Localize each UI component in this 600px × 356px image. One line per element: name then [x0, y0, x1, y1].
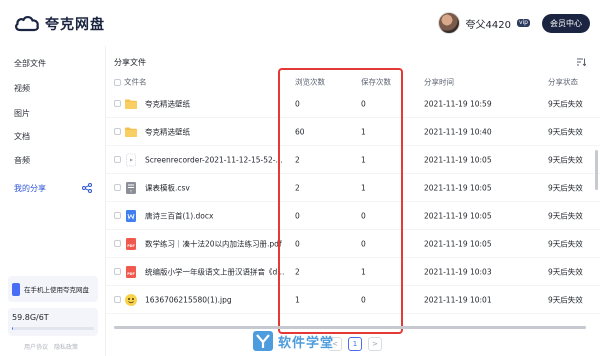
pdf-file-icon: PDF — [124, 265, 138, 279]
top-bar: 夸克网盘 夸父4420 vip 会员中心 — [0, 0, 600, 46]
sidebar-item-images[interactable]: 图片 — [14, 108, 30, 119]
cloud-logo-icon — [15, 15, 39, 32]
username[interactable]: 夸父4420 — [466, 16, 511, 31]
row-checkbox[interactable] — [114, 212, 121, 219]
share-time: 2021-11-19 10:05 — [424, 211, 492, 220]
privacy-policy-link[interactable]: 隐私政策 — [54, 342, 78, 351]
share-status: 9天后失效 — [548, 127, 583, 136]
share-status: 9天后失效 — [548, 295, 583, 304]
share-status: 9天后失效 — [548, 183, 583, 192]
watermark: 软件学堂 — [252, 330, 334, 352]
user-area: 夸父4420 vip 会员中心 — [437, 11, 590, 35]
share-status: 9天后失效 — [548, 99, 583, 108]
video-file-icon — [124, 153, 138, 167]
share-time: 2021-11-19 10:03 — [424, 267, 492, 276]
pagination: < 1 > — [328, 337, 382, 351]
user-agreement-link[interactable]: 用户协议 — [24, 342, 48, 351]
horizontal-scrollbar-thumb[interactable] — [114, 326, 586, 329]
share-time: 2021-11-19 10:40 — [424, 127, 492, 136]
image-file-icon — [124, 293, 138, 307]
folder-icon — [124, 125, 138, 139]
page-title: 分享文件 — [114, 58, 146, 67]
phone-icon — [12, 282, 20, 296]
share-time: 2021-11-19 10:05 — [424, 239, 492, 248]
mobile-app-promo[interactable]: 在手机上使用夸克网盘 — [8, 276, 98, 302]
share-time: 2021-11-19 10:05 — [424, 155, 492, 164]
storage-usage[interactable]: 59.8G/6T — [8, 308, 98, 336]
horizontal-scrollbar[interactable] — [114, 326, 586, 329]
storage-bar-fill — [12, 327, 13, 330]
sort-icon[interactable] — [576, 57, 586, 67]
column-header-name[interactable]: 文件名 — [124, 77, 147, 88]
row-checkbox[interactable] — [114, 156, 121, 163]
file-name[interactable]: 统编版小学一年级语文上册汉语拼音《d... — [145, 266, 284, 277]
page-button-current[interactable]: 1 — [348, 337, 362, 351]
sidebar-item-all-files[interactable]: 全部文件 — [14, 58, 46, 69]
select-all-checkbox[interactable] — [114, 78, 121, 86]
file-name[interactable]: 夸克精选壁纸 — [145, 98, 190, 109]
file-name[interactable]: Screenrecorder-2021-11-12-15-52-... — [145, 155, 283, 164]
svg-text:T: T — [129, 189, 132, 193]
pdf-file-icon: PDF — [124, 237, 138, 251]
sidebar: 全部文件 视频 图片 文档 音频 我的分享 在手机上使用夸克网盘 59.8G/6… — [0, 46, 106, 356]
watermark-logo-icon — [253, 331, 273, 351]
storage-text: 59.8G/6T — [12, 313, 49, 322]
sidebar-item-my-shares[interactable]: 我的分享 — [14, 183, 46, 194]
vip-badge: vip — [516, 19, 530, 27]
docx-file-icon — [124, 209, 138, 223]
app-name: 夸克网盘 — [45, 17, 105, 33]
storage-bar — [12, 327, 94, 330]
row-checkbox[interactable] — [114, 100, 121, 107]
row-checkbox[interactable] — [114, 184, 121, 191]
file-name[interactable]: 课表模板.csv — [145, 182, 190, 193]
row-checkbox[interactable] — [114, 296, 121, 303]
file-name[interactable]: 夸克精选壁纸 — [145, 126, 190, 137]
row-checkbox[interactable] — [114, 268, 121, 275]
folder-icon — [124, 97, 138, 111]
file-name[interactable]: 数学练习｜凑十法20以内加法练习册.pdf — [145, 238, 282, 249]
main-content: 分享文件 文件名 浏览次数 保存次数 分享时间 分享状态 夸克精选壁纸 0 0 202… — [106, 46, 600, 356]
row-checkbox[interactable] — [114, 128, 121, 135]
footer-links: 用户协议 隐私政策 — [24, 342, 78, 351]
sidebar-item-audio[interactable]: 音频 — [14, 155, 30, 166]
member-center-button[interactable]: 会员中心 — [542, 13, 590, 33]
highlight-box — [278, 68, 403, 334]
row-checkbox[interactable] — [114, 240, 121, 247]
watermark-text: 软件学堂 — [278, 335, 335, 351]
column-header-time[interactable]: 分享时间 — [424, 77, 454, 88]
share-icon — [82, 183, 92, 193]
avatar[interactable] — [437, 12, 460, 34]
sidebar-item-video[interactable]: 视频 — [14, 83, 30, 94]
share-status: 9天后失效 — [548, 267, 583, 276]
next-page-button[interactable]: > — [368, 337, 382, 351]
promo-text: 在手机上使用夸克网盘 — [24, 286, 89, 294]
app-logo[interactable]: 夸克网盘 — [14, 14, 105, 34]
svg-text:PDF: PDF — [127, 272, 135, 276]
share-status: 9天后失效 — [548, 239, 583, 248]
share-status: 9天后失效 — [548, 211, 583, 220]
csv-file-icon: T — [124, 181, 138, 195]
share-time: 2021-11-19 10:05 — [424, 183, 492, 192]
share-time: 2021-11-19 10:01 — [424, 295, 492, 304]
column-header-status[interactable]: 分享状态 — [548, 77, 578, 88]
vertical-scrollbar[interactable] — [595, 150, 598, 190]
file-name[interactable]: 唐诗三百首(1).docx — [145, 210, 213, 221]
share-time: 2021-11-19 10:59 — [424, 99, 492, 108]
sidebar-item-documents[interactable]: 文档 — [14, 131, 30, 142]
svg-text:PDF: PDF — [127, 244, 135, 248]
file-name[interactable]: 1636706215580(1).jpg — [145, 295, 232, 304]
share-status: 9天后失效 — [548, 155, 583, 164]
